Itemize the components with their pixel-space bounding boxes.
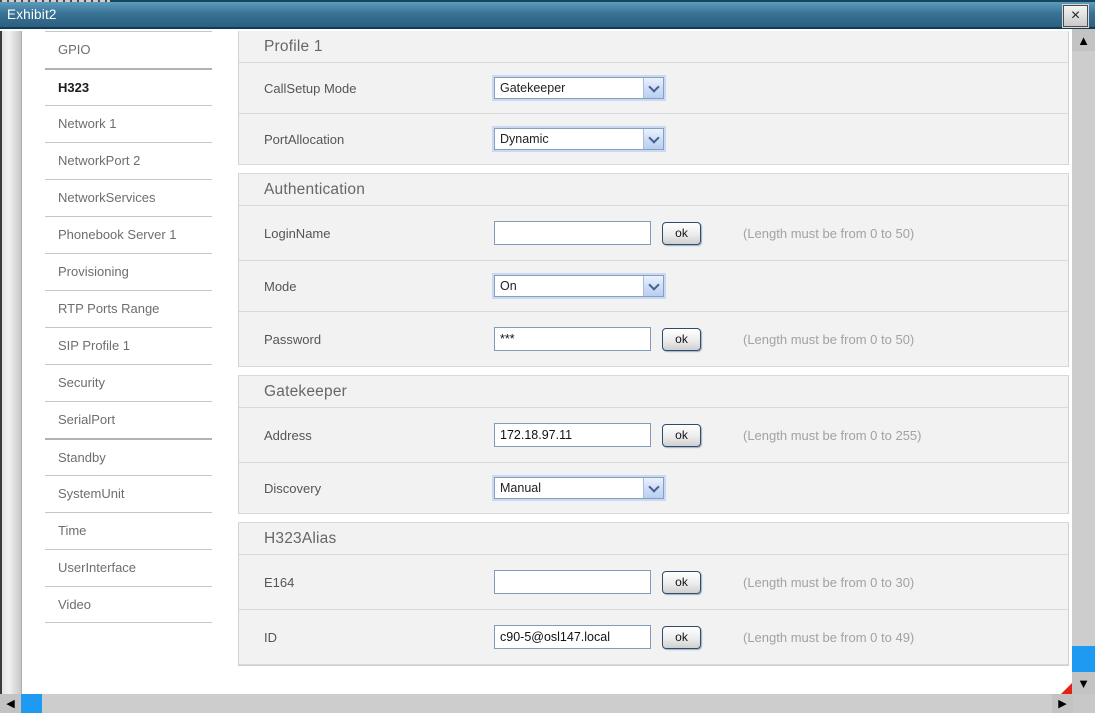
dropdown-mode[interactable]: On	[494, 275, 664, 297]
row-id: ID ok (Length must be from 0 to 49)	[239, 610, 1068, 665]
chevron-down-icon[interactable]	[643, 276, 663, 296]
length-hint: (Length must be from 0 to 255)	[743, 428, 921, 443]
sidebar-item-gpio[interactable]: GPIO	[45, 31, 212, 68]
input-address[interactable]	[494, 423, 651, 447]
field-label-id: ID	[264, 630, 494, 645]
resize-marker-icon	[1061, 683, 1072, 694]
vertical-scrollbar[interactable]: ▲ ▼	[1072, 29, 1095, 694]
section-gap	[238, 367, 1069, 376]
dropdown-selected-value: Manual	[495, 481, 643, 495]
right-arrow-icon: ▶	[1058, 697, 1066, 710]
ok-button-id[interactable]: ok	[662, 626, 701, 649]
section-gap	[238, 165, 1069, 174]
field-label-address: Address	[264, 428, 494, 443]
input-e164[interactable]	[494, 570, 651, 594]
dropdown-callsetup-mode[interactable]: Gatekeeper	[494, 77, 664, 99]
row-mode: ModeOn	[239, 261, 1068, 312]
vertical-scroll-thumb[interactable]	[1072, 646, 1095, 672]
chevron-down-icon[interactable]	[643, 129, 663, 149]
ok-button-e164[interactable]: ok	[662, 571, 701, 594]
field-label-discovery: Discovery	[264, 481, 494, 496]
up-arrow-icon: ▲	[1077, 33, 1090, 48]
field-label-e164: E164	[264, 575, 494, 590]
down-arrow-icon: ▼	[1077, 676, 1090, 691]
input-loginname[interactable]	[494, 221, 651, 245]
dropdown-selected-value: Dynamic	[495, 132, 643, 146]
section-header-authentication: Authentication	[239, 174, 1068, 206]
row-address: Address ok (Length must be from 0 to 255)	[239, 408, 1068, 463]
sidebar-item-phonebook-server-1[interactable]: Phonebook Server 1	[45, 216, 212, 253]
dropdown-selected-value: Gatekeeper	[495, 81, 643, 95]
row-loginname: LoginName ok (Length must be from 0 to 50)	[239, 206, 1068, 261]
sidebar-item-network-1[interactable]: Network 1	[45, 105, 212, 142]
scrollbar-corner	[1073, 694, 1095, 713]
sidebar-item-userinterface[interactable]: UserInterface	[45, 549, 212, 586]
left-arrow-icon: ◀	[6, 697, 14, 710]
dropdown-discovery[interactable]: Manual	[494, 477, 664, 499]
length-hint: (Length must be from 0 to 30)	[743, 575, 914, 590]
scroll-up-button[interactable]: ▲	[1072, 29, 1095, 51]
row-callsetup-mode: CallSetup ModeGatekeeper	[239, 63, 1068, 114]
section-header-h323alias: H323Alias	[239, 523, 1068, 555]
field-label-loginname: LoginName	[264, 226, 494, 241]
titlebar[interactable]: Exhibit2 ×	[0, 0, 1095, 29]
sidebar-item-security[interactable]: Security	[45, 364, 212, 401]
length-hint: (Length must be from 0 to 50)	[743, 226, 914, 241]
ok-button-loginname[interactable]: ok	[662, 222, 701, 245]
left-gutter	[0, 31, 22, 694]
scroll-right-button[interactable]: ▶	[1052, 694, 1073, 713]
section-gap	[238, 514, 1069, 523]
row-password: Password ok (Length must be from 0 to 50)	[239, 312, 1068, 367]
close-icon: ×	[1071, 8, 1080, 24]
sidebar-item-time[interactable]: Time	[45, 512, 212, 549]
sidebar-item-standby[interactable]: Standby	[45, 438, 212, 475]
settings-panel: Profile 1CallSetup ModeGatekeeperPortAll…	[238, 31, 1069, 666]
sidebar-item-networkport-2[interactable]: NetworkPort 2	[45, 142, 212, 179]
ok-button-address[interactable]: ok	[662, 424, 701, 447]
field-label-callsetup-mode: CallSetup Mode	[264, 81, 494, 96]
row-portallocation: PortAllocationDynamic	[239, 114, 1068, 165]
ok-button-password[interactable]: ok	[662, 328, 701, 351]
sidebar-item-video[interactable]: Video	[45, 586, 212, 623]
sidebar-item-rtp-ports-range[interactable]: RTP Ports Range	[45, 290, 212, 327]
section-header-profile-1: Profile 1	[239, 31, 1068, 63]
length-hint: (Length must be from 0 to 49)	[743, 630, 914, 645]
section-header-gatekeeper: Gatekeeper	[239, 376, 1068, 408]
close-button[interactable]: ×	[1063, 5, 1088, 27]
horizontal-scrollbar[interactable]: ◀ ▶	[0, 694, 1095, 713]
input-id[interactable]	[494, 625, 651, 649]
dropdown-portallocation[interactable]: Dynamic	[494, 128, 664, 150]
sidebar-item-networkservices[interactable]: NetworkServices	[45, 179, 212, 216]
sidebar-item-systemunit[interactable]: SystemUnit	[45, 475, 212, 512]
row-discovery: DiscoveryManual	[239, 463, 1068, 514]
chevron-down-icon[interactable]	[643, 78, 663, 98]
chevron-down-icon[interactable]	[643, 478, 663, 498]
sidebar-item-serialport[interactable]: SerialPort	[45, 401, 212, 438]
scroll-left-button[interactable]: ◀	[0, 694, 21, 713]
scroll-down-button[interactable]: ▼	[1072, 672, 1095, 694]
sidebar-item-h323[interactable]: H323	[45, 68, 212, 105]
field-label-portallocation: PortAllocation	[264, 132, 494, 147]
sidebar-item-provisioning[interactable]: Provisioning	[45, 253, 212, 290]
field-label-mode: Mode	[264, 279, 494, 294]
background-window-sliver	[0, 0, 110, 2]
window-title: Exhibit2	[0, 7, 57, 22]
sidebar-item-sip-profile-1[interactable]: SIP Profile 1	[45, 327, 212, 364]
dropdown-selected-value: On	[495, 279, 643, 293]
row-e164: E164 ok (Length must be from 0 to 30)	[239, 555, 1068, 610]
input-password[interactable]	[494, 327, 651, 351]
horizontal-scroll-thumb[interactable]	[21, 694, 42, 713]
field-label-password: Password	[264, 332, 494, 347]
length-hint: (Length must be from 0 to 50)	[743, 332, 914, 347]
sidebar-nav: GPIOH323Network 1NetworkPort 2NetworkSer…	[45, 31, 212, 623]
